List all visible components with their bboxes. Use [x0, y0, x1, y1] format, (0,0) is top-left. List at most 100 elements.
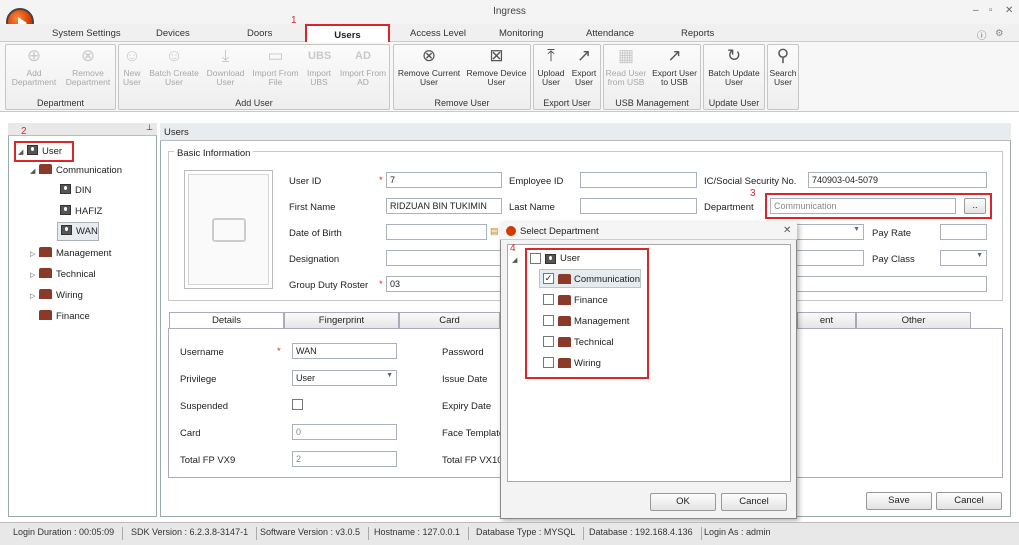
- pay-rate-field[interactable]: [940, 224, 987, 240]
- batch-create-user-button[interactable]: ☺ Batch Create User: [147, 46, 201, 87]
- checkbox-wiring[interactable]: [543, 357, 554, 368]
- restore-button[interactable]: ▫: [989, 5, 993, 16]
- save-button[interactable]: Save: [866, 492, 932, 510]
- help-icon[interactable]: ⓘ: [977, 28, 987, 42]
- dialog-item-wiring[interactable]: Wiring: [574, 358, 601, 369]
- upload-user-button[interactable]: ⤒ Upload User: [535, 46, 567, 87]
- menu-attendance[interactable]: Attendance: [586, 28, 634, 39]
- tab-ent[interactable]: ent: [797, 312, 856, 329]
- ic-field[interactable]: 740903-04-5079: [808, 172, 987, 188]
- tree-item-finance[interactable]: Finance: [14, 306, 154, 327]
- menu-system-settings[interactable]: System Settings: [52, 28, 121, 39]
- expand-arrow-icon[interactable]: ◢: [30, 163, 39, 181]
- last-name-field[interactable]: [580, 198, 697, 214]
- tab-details[interactable]: Details: [169, 312, 284, 329]
- collapse-arrow-icon[interactable]: ▷: [30, 265, 39, 286]
- dialog-item-user[interactable]: User: [560, 253, 580, 264]
- dob-label: Date of Birth: [289, 228, 342, 239]
- tree-item-technical[interactable]: ▷ Technical: [14, 264, 154, 285]
- dialog-cancel-button[interactable]: Cancel: [721, 493, 787, 511]
- first-name-field[interactable]: RIDZUAN BIN TUKIMIN: [386, 198, 502, 214]
- card-field[interactable]: 0: [292, 424, 397, 440]
- suspended-checkbox[interactable]: [292, 399, 303, 410]
- dialog-item-communication[interactable]: Communication: [574, 274, 640, 285]
- group-label: USB Management: [615, 98, 689, 108]
- ubs-icon: UBS: [308, 50, 332, 62]
- menu-access-level[interactable]: Access Level: [410, 28, 466, 39]
- roster-select[interactable]: 03: [386, 276, 502, 292]
- user-icon: [61, 225, 72, 235]
- collapse-arrow-icon[interactable]: ▷: [30, 286, 39, 307]
- dialog-item-finance[interactable]: Finance: [574, 295, 608, 306]
- menu-reports[interactable]: Reports: [681, 28, 714, 39]
- status-database-type: Database Type : MYSQL: [468, 527, 585, 540]
- designation-extra-field[interactable]: [796, 250, 864, 266]
- new-user-button[interactable]: ☺ New User: [120, 46, 144, 87]
- dialog-item-management[interactable]: Management: [574, 316, 629, 327]
- cancel-button[interactable]: Cancel: [936, 492, 1002, 510]
- checkbox-communication[interactable]: ✓: [543, 273, 554, 284]
- status-hostname: Hostname : 127.0.0.1: [366, 527, 470, 540]
- user-icon: [60, 184, 71, 194]
- dialog-item-technical[interactable]: Technical: [574, 337, 614, 348]
- department-field[interactable]: Communication: [770, 198, 956, 214]
- checkbox-finance[interactable]: [543, 294, 554, 305]
- tree-item-user[interactable]: ◢ User: [14, 141, 75, 162]
- minimize-button[interactable]: –: [973, 5, 979, 16]
- collapse-arrow-icon[interactable]: ▷: [30, 244, 39, 265]
- export-user-to-usb-button[interactable]: ↗ Export User to USB: [649, 46, 700, 87]
- roster-extra-field[interactable]: [796, 276, 987, 292]
- remove-department-button[interactable]: ⊗ Remove Department: [62, 46, 114, 87]
- read-user-from-usb-button[interactable]: ▦ Read User from USB: [605, 46, 647, 87]
- checkbox-user[interactable]: [530, 253, 541, 264]
- tree-item-din[interactable]: DIN: [14, 180, 154, 201]
- expand-arrow-icon[interactable]: ◢: [18, 144, 27, 162]
- menu-devices[interactable]: Devices: [156, 28, 190, 39]
- export-user-button[interactable]: ↗ Export User: [568, 46, 600, 87]
- status-database: Database : 192.168.4.136: [581, 527, 702, 540]
- tree-item-wiring[interactable]: ▷ Wiring: [14, 285, 154, 306]
- import-from-file-button[interactable]: ▭ Import From File: [250, 46, 301, 87]
- tree-item-management[interactable]: ▷ Management: [14, 243, 154, 264]
- menu-doors[interactable]: Doors: [247, 28, 272, 39]
- calendar-icon[interactable]: ▤: [490, 226, 499, 237]
- dialog-title: Select Department: [500, 222, 797, 240]
- privilege-select[interactable]: User ▼: [292, 370, 397, 386]
- checkbox-technical[interactable]: [543, 336, 554, 347]
- folder-icon: ▭: [267, 46, 284, 65]
- pin-icon[interactable]: ⊥: [146, 123, 153, 132]
- tree-item-hafiz[interactable]: HAFIZ: [14, 201, 154, 222]
- menu-monitoring[interactable]: Monitoring: [499, 28, 543, 39]
- settings-icon[interactable]: ⚙: [995, 28, 1004, 39]
- fp-vx9-field[interactable]: 2: [292, 451, 397, 467]
- tab-card[interactable]: Card: [399, 312, 500, 329]
- remove-device-user-button[interactable]: ⊠ Remove Device User: [464, 46, 529, 87]
- employee-id-field[interactable]: [580, 172, 697, 188]
- tree-item-wan[interactable]: WAN: [57, 222, 99, 241]
- suspended-label: Suspended: [180, 401, 229, 412]
- dialog-ok-button[interactable]: OK: [650, 493, 716, 511]
- tree-item-communication[interactable]: ◢ Communication: [14, 162, 154, 180]
- checkbox-management[interactable]: [543, 315, 554, 326]
- tree-panel-header: ⊥: [8, 123, 157, 136]
- tab-fingerprint[interactable]: Fingerprint: [284, 312, 399, 329]
- shift-select[interactable]: ▼: [796, 224, 864, 240]
- username-field[interactable]: WAN: [292, 343, 397, 359]
- import-ubs-button[interactable]: UBS Import UBS: [303, 46, 335, 87]
- pay-class-select[interactable]: ▼: [940, 250, 987, 266]
- group-label: Update User: [708, 98, 760, 108]
- dob-field[interactable]: [386, 224, 487, 240]
- import-from-ad-button[interactable]: AD Import From AD: [337, 46, 389, 87]
- tab-other[interactable]: Other: [856, 312, 971, 329]
- designation-field[interactable]: [386, 250, 502, 266]
- close-button[interactable]: ✕: [1005, 5, 1013, 16]
- user-id-field[interactable]: 7: [386, 172, 502, 188]
- add-department-button[interactable]: ⊕ Add Department: [8, 46, 60, 87]
- expand-arrow-icon[interactable]: ◢: [512, 256, 517, 264]
- remove-current-user-button[interactable]: ⊗ Remove Current User: [395, 46, 463, 87]
- batch-update-user-button[interactable]: ↻ Batch Update User: [705, 46, 763, 87]
- department-browse-button[interactable]: ..: [964, 198, 986, 214]
- download-user-button[interactable]: ⤓ Download User: [203, 46, 248, 87]
- search-user-button[interactable]: ⚲ Search User: [768, 46, 798, 87]
- dialog-close-button[interactable]: ✕: [783, 225, 791, 236]
